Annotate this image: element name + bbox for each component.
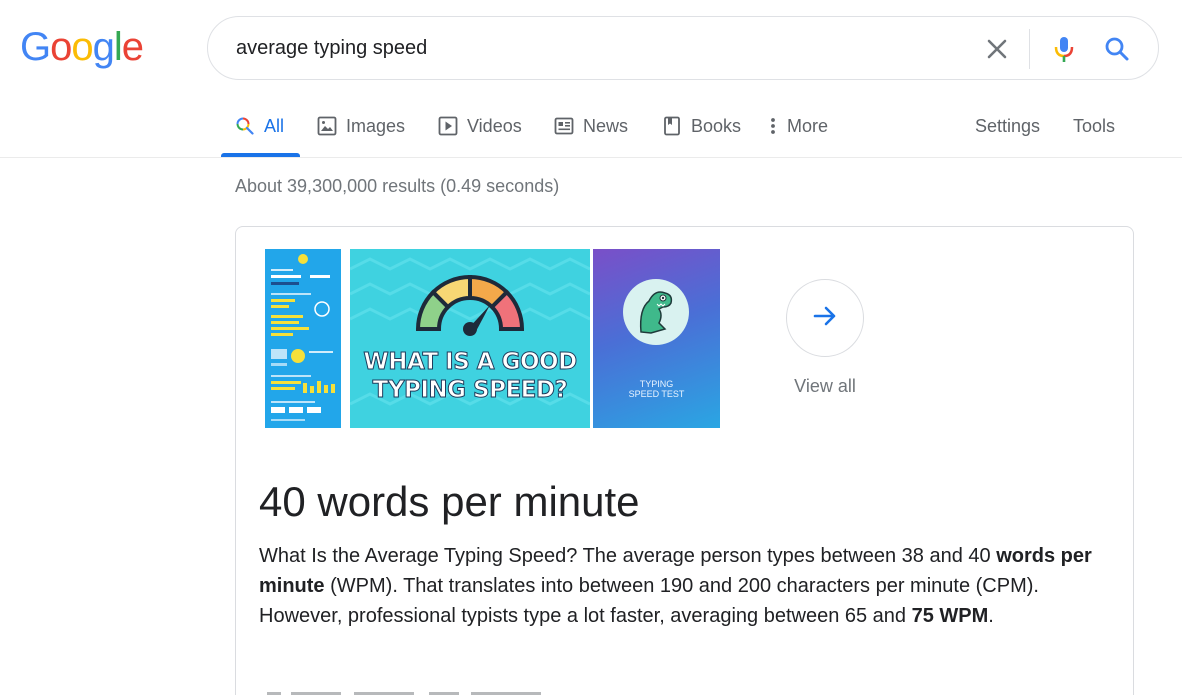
tab-books[interactable]: Books bbox=[662, 113, 741, 139]
tab-more[interactable]: More bbox=[767, 113, 828, 139]
active-tab-indicator bbox=[221, 153, 300, 157]
snippet-text: . bbox=[988, 605, 994, 627]
tab-label: All bbox=[264, 115, 285, 136]
result-stats: About 39,300,000 results (0.49 seconds) bbox=[235, 176, 560, 196]
logo-letter: G bbox=[20, 25, 51, 69]
logo-letter: g bbox=[92, 25, 115, 69]
thumbnail-caption-line2: TYPING SPEED? bbox=[372, 377, 568, 404]
search-tabs: All Images Videos News Books More Settin… bbox=[0, 100, 1182, 158]
search-icon[interactable] bbox=[1103, 35, 1131, 63]
search-box[interactable]: average typing speed bbox=[207, 16, 1159, 80]
arrow-right-icon bbox=[812, 303, 838, 334]
typing-speed-gauge-thumbnail[interactable]: WHAT IS A GOOD TYPING SPEED? bbox=[350, 249, 590, 428]
thumbnail-caption-line1: WHAT IS A GOOD bbox=[363, 349, 578, 376]
book-icon bbox=[662, 116, 682, 136]
thumbnail-caption-line2: SPEED TEST bbox=[628, 389, 685, 399]
settings-label: Settings bbox=[975, 115, 1041, 136]
thumbnail-caption-line1: TYPING bbox=[639, 379, 674, 389]
typing-speed-test-thumbnail[interactable]: TYPING SPEED TEST bbox=[593, 249, 720, 428]
featured-answer: 40 words per minute bbox=[259, 478, 640, 525]
mic-icon[interactable] bbox=[1050, 34, 1078, 64]
search-input[interactable]: average typing speed bbox=[236, 35, 427, 61]
cutoff-content bbox=[259, 683, 559, 695]
snippet-bold: 75 WPM bbox=[911, 605, 989, 627]
snippet-text: What Is the Average Typing Speed? The av… bbox=[259, 545, 997, 567]
tab-all[interactable]: All bbox=[235, 113, 284, 139]
view-all-button[interactable] bbox=[786, 279, 864, 357]
view-all-label[interactable]: View all bbox=[771, 376, 879, 397]
tab-videos[interactable]: Videos bbox=[438, 113, 522, 139]
logo-letter: l bbox=[113, 25, 123, 69]
image-icon bbox=[317, 116, 337, 136]
featured-snippet-text: What Is the Average Typing Speed? The av… bbox=[259, 541, 1109, 631]
tools-link[interactable]: Tools bbox=[1073, 113, 1115, 139]
more-vert-icon bbox=[767, 116, 779, 136]
tab-label: More bbox=[787, 115, 829, 136]
logo-letter: e bbox=[121, 25, 144, 69]
tab-label: Books bbox=[691, 115, 742, 136]
search-icon bbox=[235, 116, 255, 136]
tab-label: Videos bbox=[467, 115, 522, 136]
logo-letter: o bbox=[71, 25, 93, 69]
logo-letter: o bbox=[50, 25, 72, 69]
infographic-thumbnail[interactable] bbox=[265, 249, 341, 428]
tools-label: Tools bbox=[1073, 115, 1116, 136]
newspaper-icon bbox=[554, 116, 574, 136]
tab-images[interactable]: Images bbox=[317, 113, 405, 139]
featured-snippet-card: WHAT IS A GOOD TYPING SPEED? TYPING SPEE… bbox=[235, 226, 1134, 695]
play-icon bbox=[438, 116, 458, 136]
tab-news[interactable]: News bbox=[554, 113, 628, 139]
settings-link[interactable]: Settings bbox=[975, 113, 1040, 139]
google-logo[interactable]: Google bbox=[20, 25, 144, 69]
search-divider bbox=[1029, 29, 1030, 69]
tab-label: Images bbox=[346, 115, 406, 136]
close-icon[interactable] bbox=[984, 36, 1010, 62]
tab-label: News bbox=[583, 115, 629, 136]
